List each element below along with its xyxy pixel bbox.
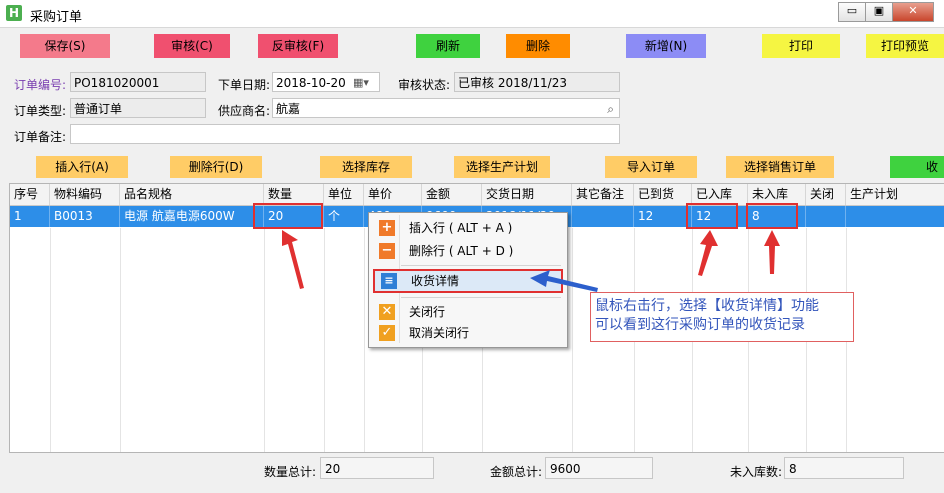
select-plan-button[interactable]: 选择生产计划 [454,156,550,178]
col-header[interactable]: 数量 [264,184,324,205]
col-header[interactable]: 金额 [422,184,482,205]
maximize-button[interactable]: ▣ [865,2,893,22]
order-type-label: 订单类型: [14,104,67,118]
import-order-button[interactable]: 导入订单 [605,156,697,178]
close-button[interactable]: ✕ [892,2,934,22]
col-header[interactable]: 已到货 [634,184,692,205]
qty-total-field: 20 [320,457,434,479]
cell-plan[interactable] [846,206,944,227]
in-stock-arrow-icon [698,230,718,276]
col-header[interactable]: 生产计划 [846,184,944,205]
unaudit-button[interactable]: 反审核(F) [258,34,338,58]
print-button[interactable]: 打印 [762,34,840,58]
in-stock-highlight [686,203,738,229]
qty-total-label: 数量总计: [264,465,317,479]
minus-icon: − [379,243,395,259]
cell-unit[interactable]: 个 [324,206,364,227]
delete-row-button[interactable]: 删除行(D) [170,156,262,178]
grid-header: 序号 物料编码 品名规格 数量 单位 单价 金额 交货日期 其它备注 已到货 已… [10,184,944,206]
restore-icon: ▣ [873,4,885,17]
order-date-field[interactable]: 2018-10-20 ▦▾ [272,72,380,92]
check-icon: ✓ [379,325,395,341]
cell-closed[interactable] [806,206,846,227]
save-button[interactable]: 保存(S) [20,34,110,58]
supplier-label: 供应商名: [218,104,271,118]
col-header[interactable]: 单价 [364,184,422,205]
app-icon: H [6,5,22,21]
col-header[interactable]: 品名规格 [120,184,264,205]
col-header[interactable]: 其它备注 [572,184,634,205]
amount-total-field: 9600 [545,457,653,479]
not-in-total-field: 8 [784,457,904,479]
col-header[interactable]: 已入库 [692,184,748,205]
qty-arrow-icon [282,230,304,289]
supplier-field[interactable]: 航嘉 ⌕ [272,98,620,118]
order-date-value: 2018-10-20 [276,76,346,90]
remark-label: 订单备注: [14,130,67,144]
col-header[interactable]: 单位 [324,184,364,205]
search-icon[interactable]: ⌕ [607,99,614,119]
col-header[interactable]: 未入库 [748,184,806,205]
insert-row-button[interactable]: 插入行(A) [36,156,128,178]
not-in-total-label: 未入库数: [730,465,783,479]
minimize-icon: ▭ [846,4,858,17]
menu-item-close-row[interactable]: ✕ 关闭行 [373,301,563,323]
col-header[interactable]: 物料编码 [50,184,120,205]
menu-item-label: 取消关闭行 [409,326,470,340]
menu-item-label: 收货详情 [411,274,460,288]
plus-icon: + [379,220,395,236]
title-bar: H 采购订单 ▭ ▣ ✕ [0,0,944,28]
annotation-line-2: 可以看到这行采购订单的收货记录 [595,317,805,333]
refresh-button[interactable]: 刷新 [416,34,480,58]
receive-button[interactable]: 收 [890,156,944,178]
calendar-icon[interactable]: ▦▾ [353,73,369,93]
select-sales-button[interactable]: 选择销售订单 [726,156,834,178]
menu-item-label: 关闭行 [409,305,446,319]
annotation-note: 鼠标右击行，选择【收货详情】功能 可以看到这行采购订单的收货记录 [590,292,854,342]
col-header[interactable]: 关闭 [806,184,846,205]
print-preview-button[interactable]: 打印预览 [866,34,944,58]
not-in-arrow-icon [764,230,780,274]
window-title: 采购订单 [30,10,83,25]
annotation-line-1: 鼠标右击行，选择【收货详情】功能 [595,298,819,314]
cell-code[interactable]: B0013 [50,206,120,227]
order-date-label: 下单日期: [218,78,271,92]
cell-no[interactable]: 1 [10,206,50,227]
minimize-button[interactable]: ▭ [838,2,866,22]
audit-status-field: 已审核 2018/11/23 [454,72,620,92]
audit-status-label: 审核状态: [398,78,451,92]
new-button[interactable]: 新增(N) [626,34,706,58]
audit-button[interactable]: 审核(C) [154,34,230,58]
amount-total-label: 金额总计: [490,465,543,479]
menu-item-delete-row[interactable]: − 删除行 ( ALT + D ) [373,240,563,262]
menu-item-insert-row[interactable]: + 插入行 ( ALT + A ) [373,217,563,239]
col-header[interactable]: 交货日期 [482,184,572,205]
select-stock-button[interactable]: 选择库存 [320,156,412,178]
list-icon: ≡ [381,273,397,289]
col-header[interactable]: 序号 [10,184,50,205]
supplier-value: 航嘉 [276,102,301,116]
close-x-icon: ✕ [379,304,395,320]
menu-item-label: 插入行 ( ALT + A ) [409,221,513,235]
close-icon: ✕ [908,4,918,17]
cell-arrived[interactable]: 12 [634,206,692,227]
not-in-highlight [746,203,798,229]
remark-field[interactable] [70,124,620,144]
delete-button[interactable]: 删除 [506,34,570,58]
order-type-field[interactable]: 普通订单 [70,98,206,118]
order-no-field[interactable]: PO181020001 [70,72,206,92]
cell-spec[interactable]: 电源 航嘉电源600W [120,206,264,227]
menu-item-cancel-close-row[interactable]: ✓ 取消关闭行 [373,322,563,344]
menu-item-label: 删除行 ( ALT + D ) [409,244,514,258]
cell-other[interactable] [572,206,634,227]
order-no-label: 订单编号: [14,78,67,92]
